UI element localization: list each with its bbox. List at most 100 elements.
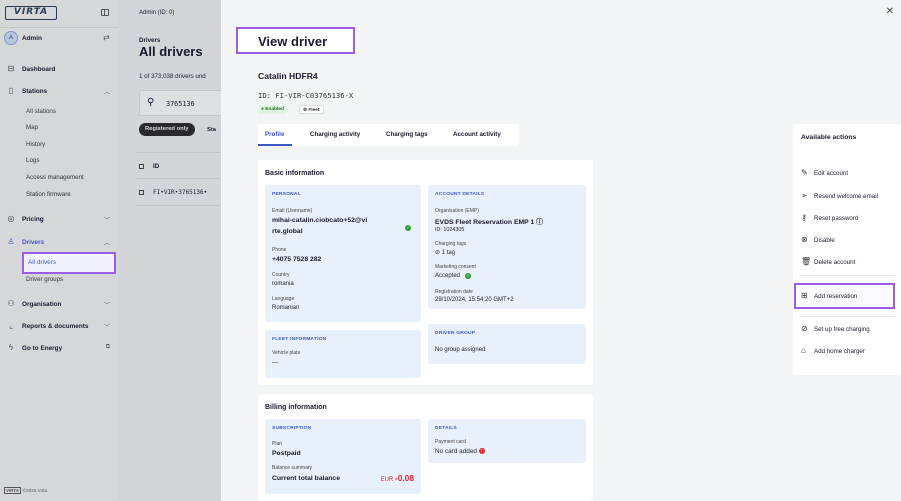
marketing-label: Marketing consent bbox=[435, 264, 476, 270]
sidebar-item-go-to-energy[interactable]: ϟ Go to Energy ⧉ bbox=[6, 343, 112, 356]
phone-label: Phone bbox=[272, 247, 287, 253]
charging-tags-value[interactable]: ⊘ 1 tag bbox=[435, 249, 455, 256]
chevron-down-icon: ﹀ bbox=[103, 303, 110, 309]
select-all-checkbox[interactable] bbox=[139, 163, 144, 169]
add-home-charger-button[interactable]: ⌂ Add home charger bbox=[801, 346, 865, 355]
sidebar-item-drivers[interactable]: ♙ Drivers ︿ bbox=[6, 237, 112, 250]
driver-group-panel: DRIVER GROUP No group assigned bbox=[428, 324, 586, 364]
sidebar-subitem-logs[interactable]: Logs bbox=[26, 157, 39, 164]
divider bbox=[136, 178, 222, 179]
pricing-icon: ◎ bbox=[7, 214, 15, 223]
payment-card-value: No card added! bbox=[435, 448, 485, 455]
payment-card-text: No card added bbox=[435, 448, 477, 455]
add-reservation-button[interactable]: ⊞ Add reservation bbox=[801, 291, 857, 300]
organisation-value[interactable]: EVDS Fleet Reservation EMP 1 ⓘ bbox=[435, 216, 543, 226]
marketing-value: Accepted bbox=[435, 273, 461, 279]
edit-account-button[interactable]: ✎ Edit account bbox=[801, 168, 848, 177]
organisation-id: ID: 1024305 bbox=[435, 227, 465, 233]
sidebar-subitem-access-management[interactable]: Access management bbox=[26, 174, 84, 181]
tab-charging-activity[interactable]: Charging activity bbox=[310, 131, 360, 138]
drivers-icon: ♙ bbox=[7, 237, 15, 246]
sidebar-subitem-map[interactable]: Map bbox=[26, 124, 38, 131]
row-checkbox[interactable] bbox=[139, 190, 144, 195]
currency: EUR bbox=[380, 477, 394, 483]
driver-id: ID: FI-VIR-C03765136-X bbox=[258, 91, 354, 100]
page-title: All drivers bbox=[139, 44, 203, 59]
tab-charging-tags[interactable]: Charging tags bbox=[386, 131, 428, 138]
card-title: Basic information bbox=[265, 170, 325, 177]
chevron-up-icon: ︿ bbox=[103, 241, 110, 247]
panel-heading: FLEET INFORMATION bbox=[272, 337, 327, 342]
table-row[interactable]: FI•VIR•3765136• bbox=[139, 189, 207, 196]
chevron-down-icon: ﹀ bbox=[103, 218, 110, 224]
sidebar-subitem-driver-groups[interactable]: Driver groups bbox=[26, 276, 63, 283]
tab-account-activity[interactable]: Account activity bbox=[453, 131, 501, 138]
available-actions-panel: Available actions ✎ Edit account ➢ Resend … bbox=[793, 124, 901, 375]
verified-check-icon: ✓ bbox=[405, 225, 411, 231]
alert-icon: ! bbox=[478, 448, 485, 455]
send-icon: ➢ bbox=[801, 191, 808, 200]
energy-icon: ϟ bbox=[8, 343, 14, 352]
sidebar-item-reports[interactable]: ⌞ Reports & documents ﹀ bbox=[6, 321, 112, 334]
filter-status[interactable]: Sta bbox=[207, 127, 216, 133]
search-icon: ⚲ bbox=[147, 97, 155, 108]
details-panel: DETAILS Payment card No card added! bbox=[428, 419, 586, 463]
column-header-id[interactable]: ID bbox=[139, 163, 159, 170]
tab-profile[interactable]: Profile bbox=[265, 131, 284, 138]
panel-heading: DRIVER GROUP bbox=[435, 331, 476, 336]
user-name: Admin bbox=[22, 35, 42, 42]
search-input[interactable]: ⚲ 3765136 bbox=[139, 90, 222, 116]
sidebar-item-stations[interactable]: ▯ Stations ︿ bbox=[6, 86, 112, 99]
divider bbox=[136, 152, 222, 153]
accepted-check-icon: ✓ bbox=[465, 273, 471, 279]
footer-text: ©2025 Virta bbox=[22, 488, 48, 493]
close-icon[interactable]: ✕ bbox=[886, 6, 894, 17]
sidebar-subitem-all-stations[interactable]: All stations bbox=[26, 108, 56, 115]
basic-information-card: Basic information PERSONAL Email (Userna… bbox=[258, 160, 593, 385]
fleet-badge: ⊜ Fleet bbox=[299, 105, 324, 114]
sidebar-subitem-all-drivers[interactable]: All drivers bbox=[22, 252, 116, 274]
drawer-title-text: View driver bbox=[258, 34, 328, 49]
sidebar: VIRTA A Admin ⇄ ⊟ Dashboard ▯ Stations ︿… bbox=[0, 0, 118, 501]
action-label: Disable bbox=[814, 237, 835, 244]
chart-icon: ⌞ bbox=[9, 321, 13, 330]
sidebar-collapse-icon[interactable] bbox=[101, 9, 109, 16]
divider bbox=[0, 27, 118, 28]
chevron-up-icon: ︿ bbox=[103, 90, 110, 96]
panel-heading: ACCOUNT DETAILS bbox=[435, 192, 485, 197]
avatar: A bbox=[4, 31, 18, 45]
reset-password-button[interactable]: ⚷ Reset password bbox=[801, 213, 858, 222]
disable-button[interactable]: ⊗ Disable bbox=[801, 235, 835, 244]
active-tab-indicator bbox=[258, 144, 292, 146]
sidebar-item-label: Drivers bbox=[22, 239, 45, 246]
balance-amount: EUR -0.08 bbox=[381, 473, 414, 483]
email-label: Email (Username) bbox=[272, 208, 313, 214]
sidebar-subitem-history[interactable]: History bbox=[26, 141, 45, 148]
vehicle-plate-value: — bbox=[272, 360, 278, 366]
delete-account-button[interactable]: 🗑 Delete account bbox=[801, 257, 855, 266]
sidebar-subitem-label: All drivers bbox=[28, 259, 57, 266]
sidebar-item-dashboard[interactable]: ⊟ Dashboard bbox=[6, 64, 112, 77]
sidebar-item-label: Stations bbox=[22, 88, 48, 95]
action-label: Reset password bbox=[814, 215, 859, 222]
vehicle-plate-label: Vehicle plate bbox=[272, 350, 301, 356]
user-switcher[interactable]: A Admin ⇄ bbox=[4, 31, 114, 46]
column-header-label: ID bbox=[153, 163, 160, 170]
sidebar-item-label: Pricing bbox=[22, 216, 44, 223]
filter-registered-only[interactable]: Registered only bbox=[139, 123, 195, 136]
registration-label: Registration date bbox=[435, 289, 473, 295]
sidebar-subitem-station-firmware[interactable]: Station firmware bbox=[26, 191, 71, 198]
virta-logo[interactable]: VIRTA bbox=[5, 6, 57, 20]
set-up-free-charging-button[interactable]: ⊘ Set up free charging bbox=[801, 324, 870, 333]
sidebar-item-organisation[interactable]: ⚇ Organisation ﹀ bbox=[6, 299, 112, 312]
driver-group-value: No group assigned bbox=[435, 347, 486, 353]
sidebar-item-pricing[interactable]: ◎ Pricing ﹀ bbox=[6, 214, 112, 227]
amount: -0.08 bbox=[394, 473, 414, 483]
swap-icon[interactable]: ⇄ bbox=[103, 33, 110, 42]
calendar-add-icon: ⊞ bbox=[801, 291, 808, 300]
breadcrumb: Admin (ID: 0) bbox=[139, 10, 175, 16]
panel-heading: DETAILS bbox=[435, 426, 457, 431]
divider bbox=[136, 205, 222, 206]
driver-name: Catalin HDFR4 bbox=[258, 71, 318, 81]
resend-welcome-email-button[interactable]: ➢ Resend welcome email bbox=[801, 191, 878, 200]
